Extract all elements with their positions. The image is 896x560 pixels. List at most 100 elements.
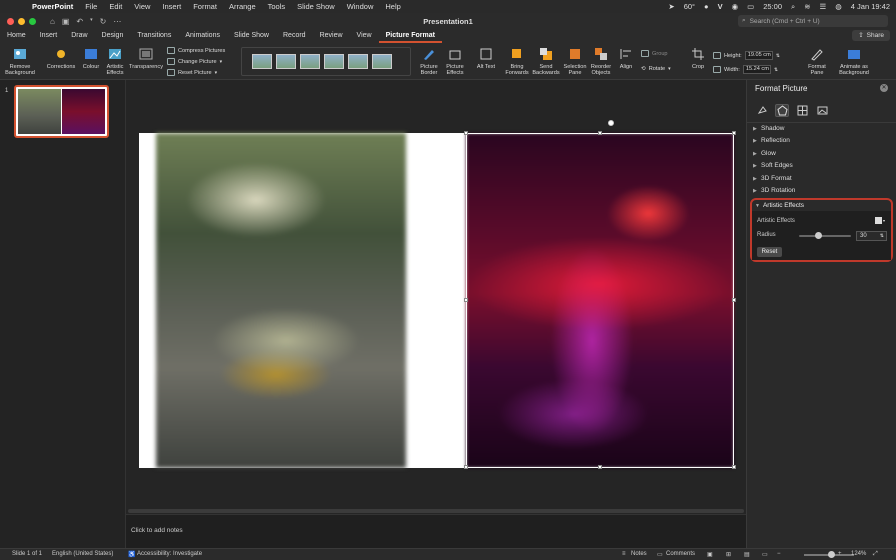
menu-app-name[interactable]: PowerPoint <box>32 2 73 11</box>
tab-transitions[interactable]: Transitions <box>130 29 178 43</box>
selection-pane-button[interactable]: Selection Pane <box>561 46 589 76</box>
menu-window[interactable]: Window <box>347 2 374 11</box>
alt-text-button[interactable]: Alt Text <box>475 46 497 70</box>
zoom-slider-knob[interactable] <box>828 551 835 558</box>
menu-edit[interactable]: Edit <box>109 2 122 11</box>
radius-slider[interactable] <box>799 232 851 239</box>
picture-style-5[interactable] <box>348 54 368 69</box>
slide[interactable] <box>139 120 736 469</box>
picture-style-3[interactable] <box>300 54 320 69</box>
radius-input[interactable]: 30 ⇅ <box>856 231 887 241</box>
fit-to-window-icon[interactable]: ⤢ <box>873 551 878 558</box>
picture-styles-gallery[interactable] <box>241 47 411 76</box>
tab-design[interactable]: Design <box>95 29 131 43</box>
reading-view-icon[interactable]: ▤ <box>744 551 750 558</box>
height-stepper[interactable]: ⇅ <box>776 53 780 59</box>
remove-background-button[interactable]: Remove Background <box>5 46 35 76</box>
menu-slide-show[interactable]: Slide Show <box>297 2 335 11</box>
picture-style-2[interactable] <box>276 54 296 69</box>
more-options-icon[interactable]: ⋯ <box>113 17 121 26</box>
horizontal-scrollbar[interactable] <box>128 509 744 513</box>
section-soft-edges[interactable]: ▶ Soft Edges <box>753 162 793 169</box>
radius-stepper[interactable]: ⇅ <box>880 232 884 240</box>
tab-record[interactable]: Record <box>276 29 313 43</box>
compress-pictures-button[interactable]: Compress Pictures <box>167 47 225 54</box>
user-icon[interactable]: ◉ <box>732 2 739 11</box>
menu-format[interactable]: Format <box>193 2 217 11</box>
battery-time[interactable]: 25:00 <box>763 2 782 11</box>
picture-style-1[interactable] <box>252 54 272 69</box>
resize-handle-nw[interactable] <box>464 131 468 135</box>
save-icon[interactable]: ▣ <box>62 17 70 26</box>
picture-fishbowl[interactable] <box>156 133 406 468</box>
section-3d-rotation[interactable]: ▶ 3D Rotation <box>753 187 795 194</box>
slideshow-icon[interactable]: ▭ <box>762 551 768 558</box>
resize-handle-sw[interactable] <box>464 465 468 469</box>
change-picture-button[interactable]: Change Picture ▾ <box>167 58 222 65</box>
animate-as-background-button[interactable]: Animate as Background <box>834 46 874 76</box>
share-button[interactable]: ⇪ Share <box>852 30 890 41</box>
tab-review[interactable]: Review <box>313 29 350 43</box>
accessibility-status[interactable]: Accessibility: Investigate <box>137 551 202 557</box>
bear-icon[interactable]: ● <box>704 2 709 11</box>
minimize-window-button[interactable] <box>18 17 25 25</box>
menu-insert[interactable]: Insert <box>162 2 181 11</box>
artistic-effects-button[interactable]: Artistic Effects <box>104 46 126 76</box>
resize-handle-se[interactable] <box>732 465 736 469</box>
redo-icon[interactable]: ↻ <box>100 17 107 26</box>
corrections-button[interactable]: Corrections <box>45 46 77 70</box>
resize-handle-n[interactable] <box>598 131 602 135</box>
section-reflection[interactable]: ▶ Reflection <box>753 137 790 144</box>
transparency-button[interactable]: Transparency <box>128 46 164 70</box>
home-icon[interactable]: ⌂ <box>50 17 55 26</box>
siri-icon[interactable]: ◍ <box>835 2 842 11</box>
crop-button[interactable]: Crop <box>688 46 708 70</box>
wifi-icon[interactable]: ≋ <box>804 2 810 11</box>
menu-view[interactable]: View <box>134 2 150 11</box>
zoom-slider[interactable] <box>804 551 854 558</box>
tab-home[interactable]: Home <box>0 29 33 43</box>
picture-style-4[interactable] <box>324 54 344 69</box>
height-input[interactable]: 19.05 cm <box>744 51 773 60</box>
slide-sorter-icon[interactable]: ⊞ <box>726 551 731 558</box>
control-center-icon[interactable]: ☰ <box>820 2 827 11</box>
fill-line-icon[interactable] <box>755 104 769 117</box>
notes-area[interactable]: Click to add notes <box>126 514 746 548</box>
close-window-button[interactable] <box>7 17 14 25</box>
picture-effects-button[interactable]: Picture Effects <box>442 46 468 76</box>
artistic-effects-header[interactable]: ▼ Artistic Effects <box>755 202 804 209</box>
tab-animations[interactable]: Animations <box>178 29 227 43</box>
tab-slide-show[interactable]: Slide Show <box>227 29 276 43</box>
width-input[interactable]: 15.24 cm <box>742 65 771 74</box>
slide-thumbnail[interactable] <box>14 85 109 138</box>
normal-view-icon[interactable]: ▣ <box>707 551 713 558</box>
resize-handle-s[interactable] <box>598 465 602 469</box>
tab-picture-format[interactable]: Picture Format <box>378 29 442 43</box>
tab-insert[interactable]: Insert <box>33 29 65 43</box>
zoom-in-icon[interactable]: + <box>838 551 842 557</box>
resize-handle-e[interactable] <box>732 298 736 302</box>
effects-icon[interactable] <box>775 104 789 117</box>
notes-button[interactable]: Notes <box>631 551 647 557</box>
section-3d-format[interactable]: ▶ 3D Format <box>753 175 792 182</box>
menu-letter[interactable]: V <box>718 2 723 11</box>
picture-border-button[interactable]: Picture Border <box>416 46 442 76</box>
menu-help[interactable]: Help <box>385 2 400 11</box>
picture-person-red-lights[interactable] <box>466 133 734 468</box>
clock-datetime[interactable]: 4 Jan 19:42 <box>851 2 890 11</box>
reset-picture-button[interactable]: Reset Picture ▾ <box>167 69 217 76</box>
tab-view[interactable]: View <box>350 29 379 43</box>
rotate-handle[interactable] <box>608 120 614 126</box>
width-stepper[interactable]: ⇅ <box>774 67 778 73</box>
resize-handle-w[interactable] <box>464 298 468 302</box>
comments-button[interactable]: Comments <box>666 551 695 557</box>
location-arrow-icon[interactable]: ➤ <box>668 2 674 11</box>
rotate-button[interactable]: ⟲ Rotate ▾ <box>641 66 671 72</box>
menu-arrange[interactable]: Arrange <box>229 2 256 11</box>
format-pane-button[interactable]: Format Pane <box>804 46 830 76</box>
resize-handle-ne[interactable] <box>732 131 736 135</box>
search-icon[interactable]: ⌕ <box>791 2 795 12</box>
size-properties-icon[interactable] <box>795 104 809 117</box>
group-button[interactable]: Group <box>641 50 668 57</box>
zoom-out-icon[interactable]: − <box>777 551 781 557</box>
